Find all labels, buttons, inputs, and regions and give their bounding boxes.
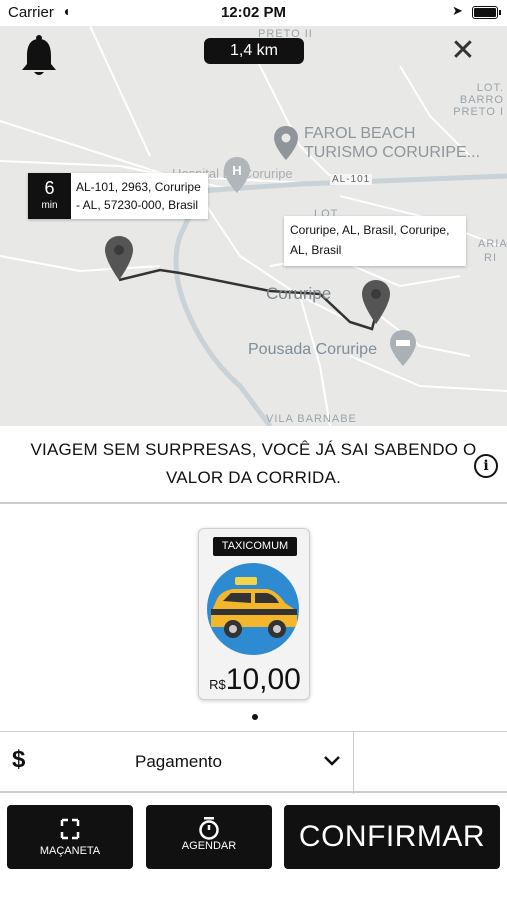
- eta-unit: min: [41, 200, 58, 211]
- destination-pin-icon: [362, 280, 390, 324]
- map-label-lot-barro: LOT. BARRO PRETO I: [432, 82, 504, 118]
- notification-bell-icon[interactable]: [20, 34, 58, 78]
- map-label-ri: RI: [484, 252, 497, 264]
- destination-callout: Coruripe, AL, Brasil, Coruripe, AL, Bras…: [284, 216, 466, 266]
- poi-marker-icon: [274, 126, 298, 160]
- status-bar: Carrier ◖ 12:02 PM ➤: [0, 0, 507, 26]
- price-currency: R$: [209, 677, 226, 692]
- map-label-farol-line1: FAROL BEACH: [304, 125, 416, 142]
- destination-address: Coruripe, AL, Brasil, Coruripe, AL, Bras…: [290, 223, 450, 257]
- taxi-icon: [207, 563, 299, 655]
- map-label-al101: AL-101: [330, 174, 373, 185]
- info-icon[interactable]: i: [474, 454, 498, 478]
- banner-text: VIAGEM SEM SURPRESAS, VOCÊ JÁ SAI SABEND…: [30, 440, 477, 487]
- expand-icon: [60, 818, 80, 840]
- confirm-button[interactable]: CONFIRMAR: [284, 805, 500, 869]
- map-label-pousada: Pousada Coruripe: [248, 341, 377, 358]
- svg-text:H: H: [232, 163, 241, 178]
- distance-badge: 1,4 km: [204, 38, 304, 64]
- macaneta-button[interactable]: MAÇANETA: [7, 805, 133, 869]
- location-arrow-icon: ➤: [452, 3, 463, 18]
- timer-icon: [199, 817, 219, 840]
- clock: 12:02 PM: [220, 4, 287, 21]
- eta-box: 6 min: [28, 173, 71, 219]
- macaneta-label: MAÇANETA: [39, 845, 101, 857]
- chevron-down-icon: [324, 756, 340, 766]
- agendar-button[interactable]: AGENDAR: [146, 805, 272, 869]
- confirm-label: CONFIRMAR: [298, 820, 486, 853]
- route-line: [118, 268, 378, 331]
- payment-divider: [353, 732, 354, 794]
- hospital-marker-icon: H: [224, 157, 250, 193]
- map-label-coruripe: Coruripe: [266, 284, 332, 303]
- origin-address: AL-101, 2963, Coruripe - AL, 57230-000, …: [76, 180, 201, 212]
- close-icon[interactable]: ✕: [446, 34, 480, 68]
- eta-minutes: 6: [44, 178, 55, 198]
- payment-selector[interactable]: $ Pagamento: [0, 731, 507, 794]
- map-label-vila-barnabe: VILA BARNABE: [266, 413, 357, 425]
- map-label-lot-barro-line1: LOT. BARRO: [459, 82, 504, 106]
- info-banner: VIAGEM SEM SURPRESAS, VOCÊ JÁ SAI SABEND…: [0, 426, 507, 504]
- payment-label: Pagamento: [135, 752, 222, 771]
- ride-price: R$10,00: [199, 663, 311, 697]
- origin-pin-icon: [105, 236, 133, 280]
- map-label-farol-beach: FAROL BEACH TURISMO CORURIPE...: [304, 124, 480, 162]
- ride-option-tag: TAXICOMUM: [213, 537, 297, 556]
- map-view[interactable]: PRETO II LOT. BARRO PRETO I AL-101 LOT A…: [0, 26, 507, 426]
- map-label-aria: ARIA: [478, 238, 507, 250]
- ride-option-card[interactable]: TAXICOMUM R$10,00: [198, 528, 310, 700]
- origin-callout: 6 min AL-101, 2963, Coruripe - AL, 57230…: [28, 173, 208, 219]
- price-value: 10,00: [225, 663, 301, 696]
- map-label-lot-barro-line2: PRETO I: [453, 106, 504, 118]
- hotel-marker-icon: [390, 330, 416, 366]
- dollar-icon: $: [12, 746, 26, 773]
- map-label-farol-line2: TURISMO CORURIPE...: [304, 144, 481, 161]
- page-indicator-dot: [252, 714, 258, 720]
- battery-icon: [472, 6, 501, 19]
- agendar-label: AGENDAR: [181, 840, 237, 852]
